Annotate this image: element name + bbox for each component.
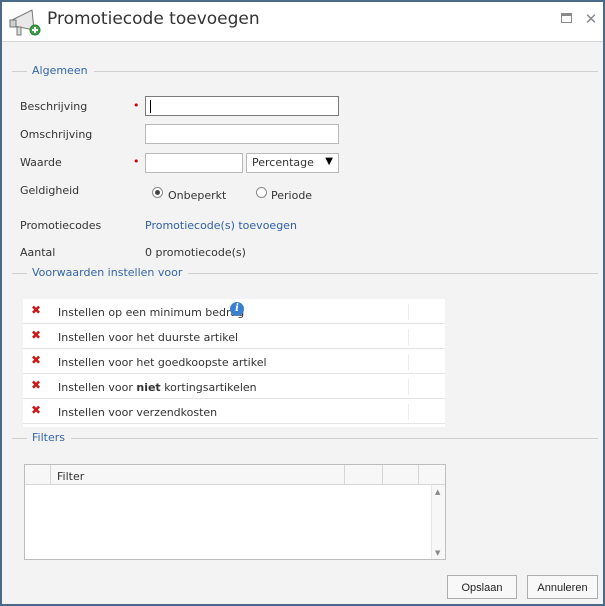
condition-row[interactable]: ✖ Instellen voor het goedkoopste artikel [23,349,445,374]
promocodes-label: Promotiecodes [20,219,102,232]
red-x-icon[interactable]: ✖ [31,403,41,417]
section-general: Algemeen [12,64,598,78]
radio-unlimited-label: Onbeperkt [168,189,227,202]
count-label: Aantal [20,246,56,259]
radio-period-label: Periode [271,189,313,202]
description-label: Beschrijving [20,100,88,113]
close-icon[interactable]: ✕ [584,12,598,27]
value-input[interactable] [145,153,243,173]
scrollbar[interactable]: ▲ ▼ [431,485,445,559]
condition-label: Instellen voor het goedkoopste artikel [58,356,267,369]
description-input[interactable] [145,96,339,116]
cancel-button[interactable]: Annuleren [527,575,598,599]
section-filters-title: Filters [27,431,71,444]
condition-row[interactable]: ✖ Instellen voor niet kortingsartikelen [23,374,445,399]
summary-input[interactable] [145,124,339,144]
required-marker: • [133,99,140,112]
validity-label: Geldigheid [20,184,80,197]
condition-label: Instellen voor verzendkosten [58,406,218,419]
condition-row[interactable]: ✖ Instellen voor verzendkosten [23,399,445,424]
condition-label: Instellen voor niet kortingsartikelen [58,381,257,394]
dialog-title: Promotiecode toevoegen [47,9,260,29]
scroll-down-icon[interactable]: ▼ [435,549,440,557]
red-x-icon[interactable]: ✖ [31,328,41,342]
scroll-up-icon[interactable]: ▲ [435,488,440,496]
megaphone-icon [8,6,42,38]
red-x-icon[interactable]: ✖ [31,303,41,317]
condition-label: Instellen op een minimum bedrag [58,306,245,319]
red-x-icon[interactable]: ✖ [31,353,41,367]
filters-table-header: Filter [25,465,445,485]
radio-unlimited[interactable] [152,187,163,198]
condition-row[interactable]: ✖ Instellen op een minimum bedrag i [23,299,445,324]
value-type-selected: Percentage [252,156,314,169]
value-type-select[interactable]: Percentage ▼ [246,153,339,173]
maximize-icon[interactable] [560,12,574,26]
filters-table: Filter ▲ ▼ [24,464,446,560]
title-bar: Promotiecode toevoegen ✕ [2,2,603,42]
conditions-list: ✖ Instellen op een minimum bedrag i ✖ In… [23,299,445,427]
section-conditions: Voorwaarden instellen voor [12,266,598,280]
condition-row[interactable]: ✖ Instellen voor het duurste artikel [23,324,445,349]
chevron-down-icon: ▼ [325,156,333,167]
section-filters: Filters [12,431,598,445]
value-label: Waarde [20,156,62,169]
count-value: 0 promotiecode(s) [145,246,246,259]
section-conditions-title: Voorwaarden instellen voor [27,266,189,279]
summary-label: Omschrijving [20,128,93,141]
dialog: Promotiecode toevoegen ✕ Algemeen Beschr… [0,0,605,606]
info-icon[interactable]: i [230,302,244,316]
column-header-filter[interactable]: Filter [57,470,84,483]
condition-label: Instellen voor het duurste artikel [58,331,239,344]
radio-period[interactable] [256,187,267,198]
section-general-title: Algemeen [27,64,94,77]
required-marker: • [133,155,140,168]
red-x-icon[interactable]: ✖ [31,378,41,392]
save-button[interactable]: Opslaan [447,575,517,599]
add-promocodes-link[interactable]: Promotiecode(s) toevoegen [145,219,297,232]
